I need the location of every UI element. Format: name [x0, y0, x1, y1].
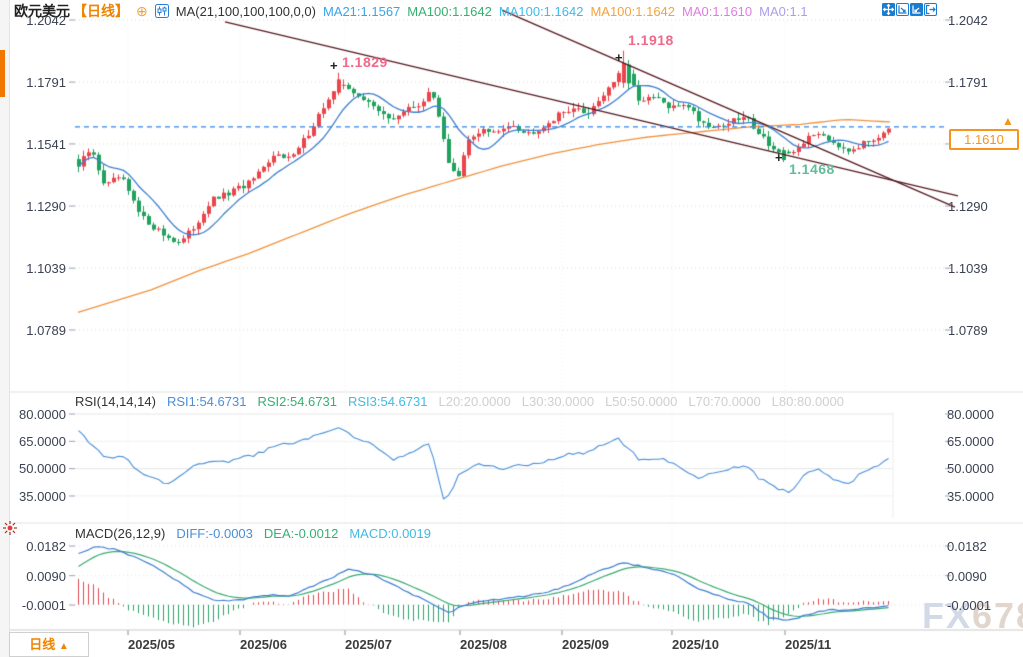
price-axis-label: 1.1290 [948, 199, 1020, 214]
macd-axis-label: 0.0182 [8, 539, 66, 554]
macd-legend-item: DEA:-0.0012 [264, 526, 338, 541]
rsi-legend-item: RSI3:54.6731 [348, 394, 428, 409]
ma-value-label: MA0:1.1610 [682, 4, 752, 19]
rsi-legend-item: RSI2:54.6731 [257, 394, 337, 409]
rsi-axis-label: 65.0000 [8, 434, 66, 449]
swing-low-marker: + [775, 150, 783, 165]
price-axis-label: 1.1039 [948, 261, 1020, 276]
price-axis-label: 1.1541 [8, 137, 66, 152]
rail-accent-strip [0, 50, 5, 97]
price-axis-label: 1.1791 [948, 75, 1020, 90]
price-up-arrow-icon: ▲ [1002, 114, 1014, 128]
x-axis-month-label: 2025/09 [562, 637, 609, 652]
price-axis-label: 1.0789 [8, 323, 66, 338]
move-icon[interactable] [882, 3, 895, 16]
axis-scale-right-icon[interactable] [910, 3, 923, 16]
price-axis-label: 1.1039 [8, 261, 66, 276]
ma-value-label: MA100:1.1642 [590, 4, 675, 19]
swing-low-label: 1.1468 [789, 161, 835, 177]
x-axis-month-label: 2025/06 [240, 637, 287, 652]
price-axis-label: 1.1290 [8, 199, 66, 214]
rsi-legend-item: L30:30.0000 [522, 394, 594, 409]
swing-high-marker: + [615, 50, 623, 65]
chart-header: 欧元美元【日线】 ⊕ MA(21,100,100,100,0,0) MA21:1… [14, 2, 808, 20]
crosshair-marker-icon[interactable] [2, 520, 18, 536]
rsi-legend-item: L80:80.0000 [772, 394, 844, 409]
rsi-axis-label: 65.0000 [947, 434, 1021, 449]
macd-name: MACD(26,12,9) [75, 526, 165, 541]
rsi-legend-item: L50:50.0000 [605, 394, 677, 409]
swing-high-label: 1.1829 [342, 54, 388, 70]
price-axis-label: 1.0789 [948, 323, 1020, 338]
price-axis-label: 1.2042 [948, 13, 1020, 28]
macd-axis-label: 0.0090 [947, 569, 1021, 584]
ma-value-label: MA0:1.1 [759, 4, 807, 19]
rsi-axis-label: 80.0000 [8, 407, 66, 422]
rsi-axis-label: 35.0000 [947, 489, 1021, 504]
rsi-axis-label: 80.0000 [947, 407, 1021, 422]
ma-value-label: MA21:1.1567 [323, 4, 400, 19]
price-axis-label: 1.1791 [8, 75, 66, 90]
macd-axis-label: -0.0001 [8, 598, 66, 613]
price-chart-canvas[interactable] [0, 0, 1023, 657]
symbol-title: 欧元美元 [14, 1, 70, 21]
macd-legend-item: MACD:0.0019 [349, 526, 431, 541]
rsi-legend-item: L20:20.0000 [438, 394, 510, 409]
chart-app: FX678 欧元美元【日线】 ⊕ MA(21,100,100 [0, 0, 1023, 657]
ma-value-label: MA100:1.1642 [499, 4, 584, 19]
swing-high-marker: + [330, 58, 338, 73]
rsi-axis-label: 50.0000 [8, 461, 66, 476]
period-selector-label: 日线 [29, 637, 55, 652]
current-price-badge: 1.1610 [949, 129, 1019, 150]
rsi-axis-label: 50.0000 [947, 461, 1021, 476]
rsi-header: RSI(14,14,14) RSI1:54.6731 RSI2:54.6731 … [75, 394, 844, 409]
ma-settings-label: MA(21,100,100,100,0,0) [176, 4, 316, 19]
x-axis-month-label: 2025/11 [785, 637, 831, 652]
rsi-legend-item: RSI1:54.6731 [167, 394, 247, 409]
circle-plus-icon[interactable]: ⊕ [136, 4, 148, 18]
x-axis-month-label: 2025/10 [672, 637, 719, 652]
swing-high-label: 1.1918 [628, 32, 674, 48]
exit-right-icon[interactable] [924, 3, 937, 16]
chart-toolbar [882, 3, 937, 16]
macd-legend-item: DIFF:-0.0003 [176, 526, 253, 541]
ma-value-label: MA100:1.1642 [407, 4, 492, 19]
axis-scale-left-icon[interactable] [896, 3, 909, 16]
macd-header: MACD(26,12,9) DIFF:-0.0003 DEA:-0.0012 M… [75, 526, 431, 541]
x-axis-month-label: 2025/08 [460, 637, 507, 652]
period-tag: 【日线】 [73, 1, 129, 21]
rsi-axis-label: 35.0000 [8, 489, 66, 504]
bottom-bar: 日线 ▲ 2025/05 2025/06 2025/07 2025/08 202… [9, 630, 1023, 657]
period-selector-button[interactable]: 日线 ▲ [9, 632, 89, 657]
x-axis-month-label: 2025/07 [345, 637, 392, 652]
candlestick-chart-icon[interactable] [155, 4, 169, 18]
chevron-up-icon: ▲ [59, 641, 69, 652]
x-axis-month-label: 2025/05 [128, 637, 175, 652]
macd-axis-label: -0.0001 [947, 598, 1021, 613]
macd-axis-label: 0.0182 [947, 539, 1021, 554]
rsi-name: RSI(14,14,14) [75, 394, 156, 409]
macd-axis-label: 0.0090 [8, 569, 66, 584]
rsi-legend-item: L70:70.0000 [688, 394, 760, 409]
